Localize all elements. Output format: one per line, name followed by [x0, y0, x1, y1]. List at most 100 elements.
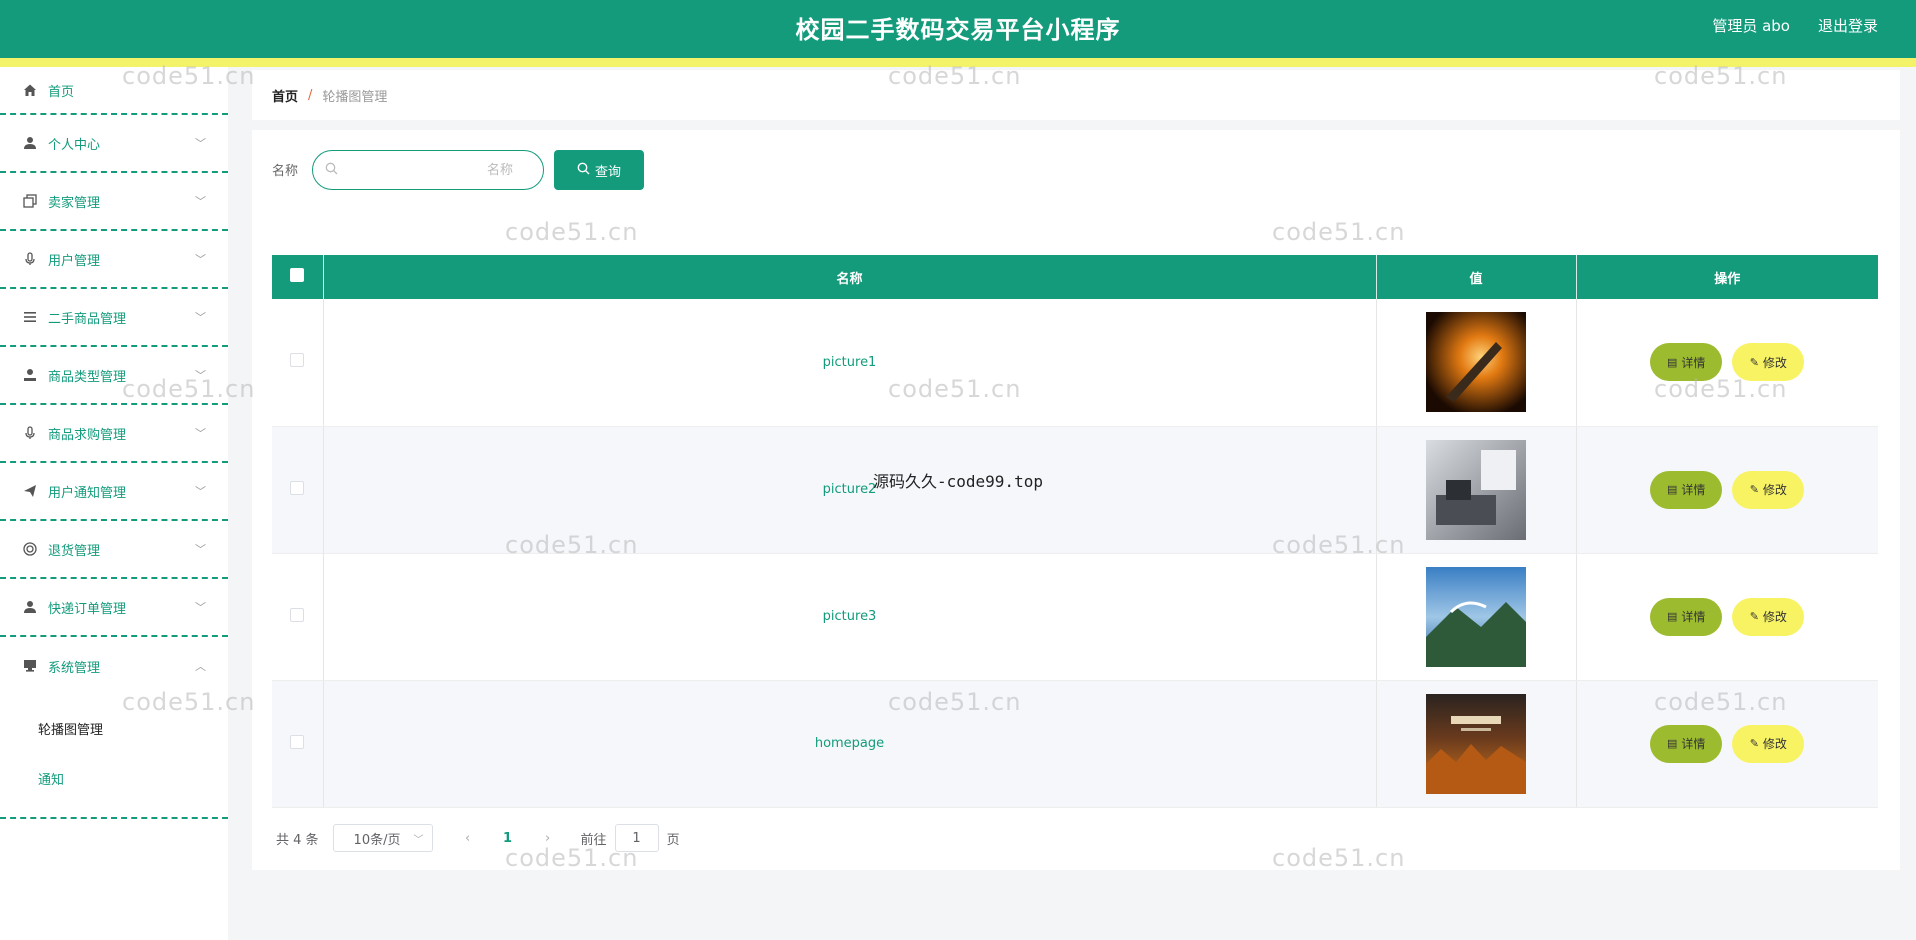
search-button[interactable]: 查询	[554, 150, 644, 190]
row-name: homepage	[323, 680, 1377, 808]
chevron-down-icon: ﹀	[413, 835, 424, 846]
sidebar-item-label: 快递订单管理	[48, 601, 127, 617]
column-header-name[interactable]: 名称	[323, 255, 1377, 299]
select-all-cell	[272, 255, 324, 299]
chevron-down-icon: ﹀	[195, 369, 206, 382]
sidebar-item-seller-management[interactable]: 卖家管理 ﹀	[0, 173, 228, 231]
sidebar-subitem-carousel[interactable]: 轮播图管理	[0, 703, 228, 753]
row-name: picture1	[323, 299, 1377, 427]
select-all-checkbox[interactable]	[290, 268, 305, 282]
search-button-label: 查询	[594, 163, 621, 179]
goto-page-input[interactable]	[614, 824, 659, 852]
row-name: picture3	[323, 553, 1377, 681]
chevron-down-icon: ﹀	[195, 137, 206, 150]
detail-button[interactable]: ▤ 详情	[1650, 597, 1723, 636]
row-checkbox[interactable]	[290, 480, 305, 495]
sidebar-item-label: 个人中心	[48, 137, 101, 153]
row-checkbox[interactable]	[290, 607, 305, 622]
table-row: homepage ▤ 详情 ✎ 修改	[272, 680, 1878, 808]
page-suffix: 页	[666, 832, 680, 848]
pencil-icon: ✎	[1749, 611, 1759, 623]
edit-button[interactable]: ✎ 修改	[1732, 724, 1805, 763]
pagination: 共 4 条 10条/页 ﹀ ‹ 1 › 前往 页	[276, 824, 680, 852]
row-name: picture2	[323, 426, 1377, 554]
next-page-button[interactable]: ›	[533, 831, 563, 846]
pagination-total: 共 4 条	[276, 832, 319, 848]
page-size-select[interactable]: 10条/页 ﹀	[332, 824, 433, 852]
document-icon: ▤	[1666, 484, 1678, 496]
row-actions: ▤ 详情 ✎ 修改	[1576, 299, 1878, 427]
row-checkbox[interactable]	[290, 734, 305, 749]
detail-button[interactable]: ▤ 详情	[1650, 343, 1723, 382]
search-icon	[325, 162, 338, 179]
breadcrumb: 首页 / 轮播图管理	[252, 70, 1900, 120]
search-input[interactable]	[343, 151, 538, 189]
system-submenu: 轮播图管理 通知	[0, 695, 228, 819]
chevron-down-icon: ﹀	[195, 601, 206, 614]
sidebar-item-returns[interactable]: 退货管理 ﹀	[0, 521, 228, 579]
row-actions: ▤ 详情 ✎ 修改	[1576, 553, 1878, 681]
sidebar-item-label: 用户管理	[48, 253, 101, 269]
sidebar-item-express-orders[interactable]: 快递订单管理 ﹀	[0, 579, 228, 637]
sidebar-item-label: 系统管理	[48, 660, 101, 676]
pencil-icon: ✎	[1749, 356, 1759, 369]
logout-link[interactable]: 退出登录	[1818, 15, 1878, 36]
row-checkbox-cell	[272, 426, 324, 554]
sidebar-item-label: 商品类型管理	[48, 369, 127, 385]
target-icon	[22, 541, 38, 557]
edit-button[interactable]: ✎ 修改	[1732, 470, 1805, 509]
column-header-actions: 操作	[1714, 271, 1741, 287]
chevron-down-icon: ﹀	[195, 485, 206, 498]
row-checkbox-cell	[272, 553, 324, 681]
sidebar-item-user-management[interactable]: 用户管理 ﹀	[0, 231, 228, 289]
edit-button[interactable]: ✎ 修改	[1732, 343, 1805, 382]
sidebar-subitem-notice[interactable]: 通知	[0, 753, 228, 803]
sidebar: 首页 个人中心 ﹀ 卖家管理 ﹀ 用户管理 ﹀ 二手商品管理 ﹀ 商品类型管理 …	[0, 67, 228, 940]
table-row: picture1 ▤ 详情 ✎ 修改	[272, 299, 1878, 427]
prev-page-button[interactable]: ‹	[453, 831, 483, 846]
sidebar-item-goods-request[interactable]: 商品求购管理 ﹀	[0, 405, 228, 463]
document-icon: ▤	[1666, 356, 1678, 369]
sidebar-item-goods-type[interactable]: 商品类型管理 ﹀	[0, 347, 228, 405]
pencil-icon: ✎	[1749, 484, 1759, 496]
sidebar-item-system[interactable]: 系统管理 ︿	[0, 637, 228, 695]
sidebar-item-label: 二手商品管理	[48, 311, 127, 327]
user-icon	[22, 135, 38, 151]
page-number-1[interactable]: 1	[483, 831, 533, 846]
chevron-down-icon: ﹀	[195, 253, 206, 266]
carousel-table: 名称 值 操作 picture1 ▤ 详情 ✎ 修改 picture2 ▤ 详情…	[272, 255, 1878, 808]
thumbnail-autumn-poster[interactable]	[1426, 693, 1526, 794]
breadcrumb-current: 轮播图管理	[322, 89, 388, 105]
breadcrumb-home[interactable]: 首页	[272, 86, 298, 105]
breadcrumb-separator: /	[308, 87, 313, 103]
sidebar-item-secondhand-goods[interactable]: 二手商品管理 ﹀	[0, 289, 228, 347]
monitor-icon	[22, 658, 38, 674]
thumbnail-grey-office[interactable]	[1426, 439, 1526, 540]
table-row: picture2 ▤ 详情 ✎ 修改	[272, 426, 1878, 554]
microphone-icon	[22, 425, 38, 441]
row-checkbox-cell	[272, 299, 324, 427]
sidebar-item-user-notice[interactable]: 用户通知管理 ﹀	[0, 463, 228, 521]
table-header: 名称 值 操作	[272, 255, 1878, 299]
row-value-cell	[1376, 680, 1577, 808]
pencil-icon: ✎	[1749, 738, 1759, 750]
thumbnail-blue-landscape[interactable]	[1426, 566, 1526, 667]
search-box	[312, 150, 544, 190]
row-checkbox[interactable]	[290, 353, 305, 368]
chevron-down-icon: ﹀	[195, 543, 206, 556]
goto-label: 前往	[580, 832, 607, 848]
user-icon	[22, 599, 38, 615]
user-icon	[22, 367, 38, 383]
table-row: picture3 ▤ 详情 ✎ 修改	[272, 553, 1878, 681]
thumbnail-orange-spotlight[interactable]	[1426, 312, 1526, 413]
document-icon: ▤	[1666, 611, 1678, 623]
sidebar-item-label: 首页	[48, 84, 75, 100]
sidebar-item-personal-center[interactable]: 个人中心 ﹀	[0, 115, 228, 173]
detail-button[interactable]: ▤ 详情	[1650, 724, 1723, 763]
sidebar-item-home[interactable]: 首页	[0, 67, 228, 115]
menu-icon	[22, 309, 38, 325]
row-value-cell	[1376, 299, 1577, 427]
edit-button[interactable]: ✎ 修改	[1732, 597, 1805, 636]
detail-button[interactable]: ▤ 详情	[1650, 470, 1723, 509]
row-value-cell	[1376, 553, 1577, 681]
